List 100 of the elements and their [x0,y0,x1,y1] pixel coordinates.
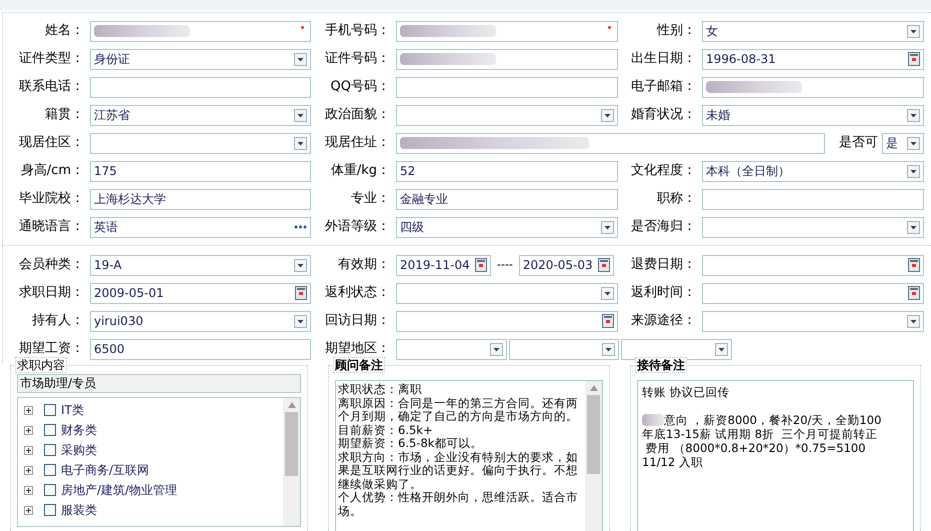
note-line: 求职方向：市场，企业没有特别大的要求，如果是互联网行业的话更好。偏向于执行。不想继续做采购了。 [338,450,579,491]
input-field[interactable] [702,188,924,210]
input-field[interactable] [396,132,825,154]
checkbox[interactable] [44,444,56,456]
field-label: 专业： [351,190,391,208]
checkbox[interactable] [44,484,56,496]
date-field[interactable] [702,282,924,304]
calendar-icon[interactable] [908,258,920,272]
calendar-icon[interactable] [908,52,920,66]
dropdown-field[interactable]: 身份证 [90,48,311,70]
tree-item[interactable]: 服装类 [61,501,97,519]
expand-icon[interactable] [24,466,33,474]
field-label: 求职日期： [19,284,85,302]
scrollbar[interactable] [585,381,602,531]
panel-title: 顾问备注 [333,357,385,373]
notes-textarea[interactable]: 求职状态：离职 离职原因：合同是一年的第三方合同。还有两个月到期，确定了自己的方向是市场方向的。 目前薪资：6.5k+ 期望薪资：6.5-8k都可以。 求职方向：市场，企业没有特别大的要求，如果是互联网行业的话更好。偏向于执行。不想继续做采购了。 个人优势：性格开朗外向，思维活跃。适合市场。 [335,380,603,531]
dropdown-field[interactable]: 江苏省 [90,104,311,126]
dropdown-field[interactable]: 女 [702,20,924,42]
field-label: 是否可 [839,134,878,152]
input-field[interactable] [396,48,618,70]
checkbox[interactable] [44,424,56,436]
field-label: 证件类型： [19,50,85,68]
more-icon[interactable] [294,225,307,229]
calendar-icon[interactable] [598,258,610,272]
dropdown-field[interactable]: 未婚 [702,104,924,126]
note-line: 目前薪资：6.5k+ [338,424,434,437]
date-field[interactable] [702,254,924,276]
tree-item[interactable]: IT类 [61,401,84,419]
dropdown-field[interactable] [702,216,924,238]
calendar-icon[interactable] [908,286,920,300]
field-label: 现居住区： [19,134,85,152]
field-label: 手机号码： [325,22,391,40]
checkbox[interactable] [44,464,56,476]
note-line: 意向 ，薪资8000，餐补20/天，全勤100 [664,413,882,427]
expand-icon[interactable] [24,506,33,514]
field-label: 籍贯： [45,106,85,124]
expand-icon[interactable] [24,426,33,434]
field-label: 性别： [657,22,697,40]
calendar-icon[interactable] [475,258,487,272]
field-label: 职称： [657,190,697,208]
dropdown-field[interactable] [396,282,618,304]
field-label: 外语等级： [325,218,391,236]
tree-item[interactable]: 财务类 [61,421,97,439]
field-label: 返利状态： [325,284,391,302]
field-label: 联系电话： [19,78,85,96]
field-label: 通晓语言： [19,218,85,236]
input-field[interactable]: 金融专业 [396,188,618,210]
input-field[interactable]: 市场助理/专员 [17,374,301,393]
dropdown-field[interactable]: 四级 [396,216,618,238]
field-label: 期望地区： [325,340,391,358]
date-field[interactable] [396,310,618,332]
date-field[interactable]: 2020-05-03 [518,254,614,276]
tree-item[interactable]: 采购类 [61,441,97,459]
field-label: 是否海归： [631,218,697,236]
range-separator: ---- [497,256,513,273]
dropdown-field[interactable] [396,104,618,126]
input-field[interactable] [90,20,311,42]
expand-icon[interactable] [24,406,33,414]
field-label: 回访日期： [325,312,391,330]
input-field[interactable] [396,76,618,98]
dropdown-field[interactable]: 本科（全日制） [702,160,924,182]
field-label: 会员种类： [19,256,85,274]
note-line: 年底13-15薪 试用期 8折 三个月可提前转正 [642,427,878,441]
calendar-icon[interactable] [295,286,307,300]
field-label: 姓名： [45,22,85,40]
date-field[interactable]: 2009-05-01 [90,282,311,304]
expand-icon[interactable] [24,486,33,494]
field-label: 返利时间： [631,284,697,302]
input-field[interactable] [396,20,618,42]
tree-item[interactable]: 房地产/建筑/物业管理 [61,481,178,499]
input-field[interactable]: 52 [396,160,618,182]
checkbox[interactable] [44,504,56,516]
expand-icon[interactable] [24,446,33,454]
notes-textarea[interactable]: 转账 协议已回传 意向 ，薪资8000，餐补20/天，全勤100 年底13-15薪 试用期 8折 三个月可提前转正 费用 （8000*0.8+20*20）*0.75=5100 11/12 入职 [637,380,914,531]
date-field[interactable]: 1996-08-31 [702,48,924,70]
field-label: 期望工资： [19,340,85,358]
input-field[interactable]: 英语 [90,216,311,238]
dropdown-field[interactable]: 是 [882,132,924,154]
field-label: 毕业院校： [19,190,85,208]
field-label: 政治面貌： [325,106,391,124]
input-field[interactable]: 上海杉达大学 [90,188,311,210]
dropdown-field[interactable] [396,338,507,360]
input-field[interactable]: 175 [90,160,311,182]
input-field[interactable] [702,76,924,98]
input-field[interactable]: 6500 [90,338,311,360]
dropdown-field[interactable] [702,310,924,332]
calendar-icon[interactable] [602,314,614,328]
redacted-blur [642,414,664,426]
dropdown-field[interactable]: 19-A [90,254,311,276]
scrollbar[interactable] [283,398,300,526]
dropdown-field[interactable] [90,132,311,154]
field-label: 有效期： [338,256,391,274]
checkbox[interactable] [44,404,56,416]
note-line: 11/12 入职 [642,455,703,469]
date-field[interactable]: 2019-11-04 [396,254,491,276]
note-line: 个人优势：性格开朗外向，思维活跃。适合市场。 [338,491,579,518]
dropdown-field[interactable]: yirui030 [90,310,311,332]
dropdown-field[interactable] [508,338,620,360]
tree-item[interactable]: 电子商务/互联网 [61,461,150,479]
input-field[interactable] [90,76,311,98]
